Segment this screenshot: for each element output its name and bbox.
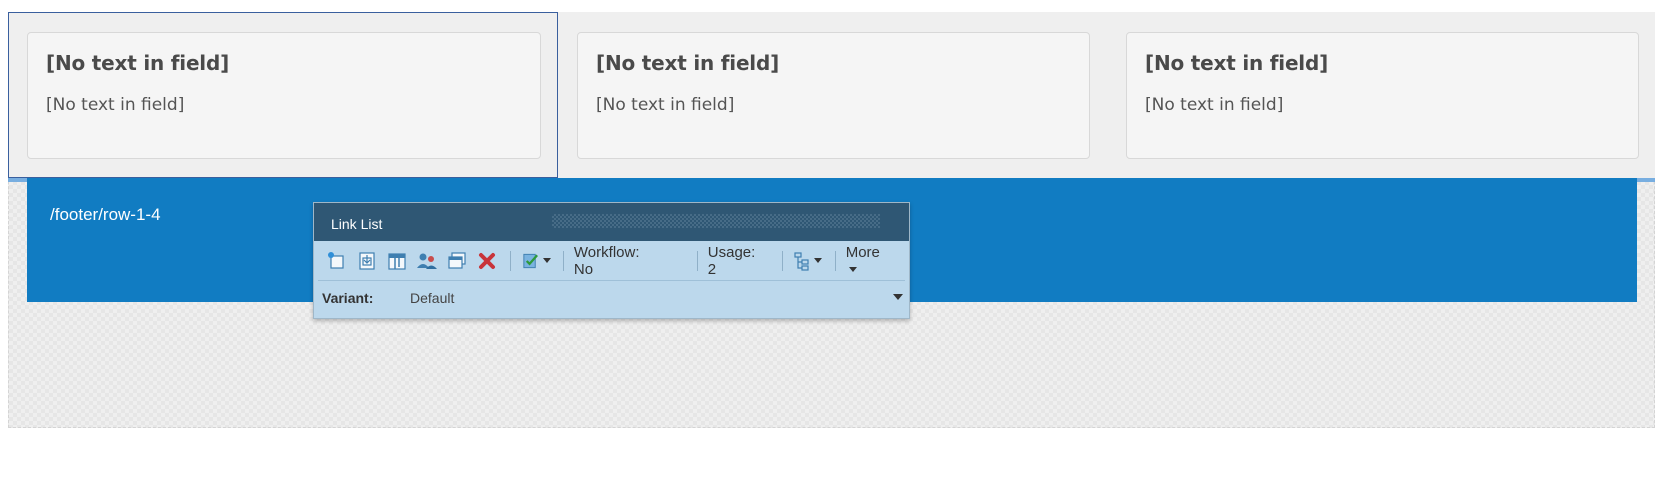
select-parent-icon[interactable] xyxy=(356,250,378,272)
workflow-status[interactable]: Workflow: No xyxy=(574,244,663,278)
chevron-down-icon xyxy=(848,267,857,273)
toolbar-separator xyxy=(834,250,836,271)
test-icon[interactable] xyxy=(521,250,551,272)
placeholder-card-3[interactable]: [No text in field] [No text in field] xyxy=(1126,32,1639,159)
toolbar-separator xyxy=(562,250,564,271)
placeholder-card-2[interactable]: [No text in field] [No text in field] xyxy=(577,32,1090,159)
card-text[interactable]: [No text in field] xyxy=(596,95,1071,115)
chevron-down-icon xyxy=(542,258,551,263)
delete-icon[interactable] xyxy=(476,250,498,272)
chevron-down-icon[interactable] xyxy=(893,294,903,300)
selected-column-outline xyxy=(8,12,558,178)
chrome-toolbar: Workflow: No Usage: 2 More xyxy=(318,241,905,281)
footer-placeholder-path: /footer/row-1-4 xyxy=(50,205,161,224)
card-title[interactable]: [No text in field] xyxy=(1145,51,1620,75)
link-list-chrome: Link List Workflow: No Usage: 2 More Var… xyxy=(313,202,910,319)
chevron-down-icon xyxy=(814,258,823,263)
usage-count[interactable]: Usage: 2 xyxy=(708,244,768,278)
chrome-title: Link List xyxy=(331,216,383,232)
card-text[interactable]: [No text in field] xyxy=(1145,95,1620,115)
edit-datasource-icon[interactable] xyxy=(386,250,408,272)
more-label: More xyxy=(845,243,880,261)
toolbar-separator xyxy=(509,250,511,271)
variant-label: Variant: xyxy=(322,290,374,306)
tree-icon[interactable] xyxy=(793,250,823,272)
rendering-properties-icon[interactable] xyxy=(446,250,468,272)
variant-dropdown[interactable]: Default xyxy=(410,290,909,306)
variant-selector[interactable]: Variant: Default xyxy=(314,281,909,315)
toolbar-separator xyxy=(696,250,698,271)
card-title[interactable]: [No text in field] xyxy=(596,51,1071,75)
toolbar-separator xyxy=(781,250,783,271)
insert-icon[interactable] xyxy=(326,250,348,272)
drag-handle[interactable] xyxy=(552,214,880,228)
personalize-icon[interactable] xyxy=(416,250,438,272)
chrome-header[interactable]: Link List xyxy=(314,203,909,241)
more-menu-button[interactable]: More xyxy=(846,244,895,278)
